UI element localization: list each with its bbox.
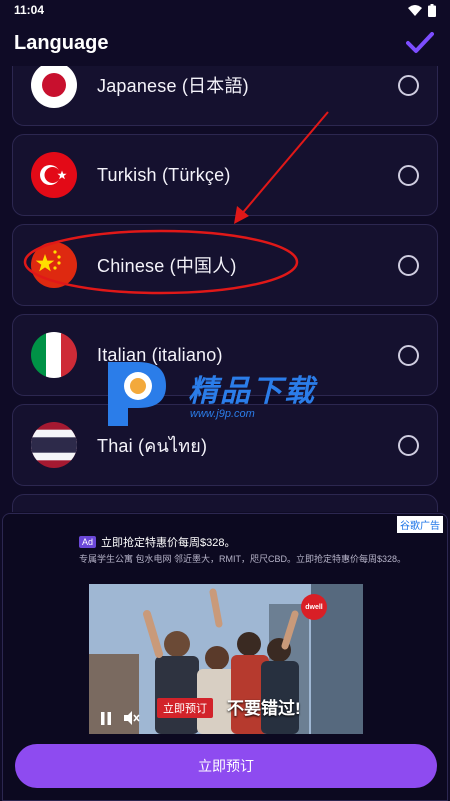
ad-subtext: 专属学生公寓 包水电网 邻近墨大，RMIT，咫尺CBD。立即抢定特惠价每周$32… [79,554,407,564]
language-label: Thai (คนไทย) [97,435,208,456]
language-list[interactable]: Japanese (日本語) Turkish (Türkçe) Chinese … [0,66,450,512]
language-label: Japanese (日本語) [97,76,249,96]
china-flag-icon [31,242,77,288]
video-cta-tag[interactable]: 立即预订 [157,698,213,718]
mute-icon [124,711,140,725]
italy-flag-icon [31,332,77,378]
language-radio[interactable] [398,344,419,366]
pause-icon [101,711,111,725]
ad-video[interactable]: dwell 立即预订 不要错过! [89,584,363,734]
ad-headline-text: 立即抢定特惠价每周$328。 [101,537,236,549]
confirm-button[interactable] [404,27,436,59]
thailand-flag-icon [31,422,77,468]
ad-badge: Ad [79,536,97,548]
language-item-italian[interactable]: Italian (italiano) [12,314,438,396]
checkmark-icon [406,32,434,53]
language-label: Chinese (中国人) [97,256,237,276]
brand-logo: dwell [301,594,327,620]
language-item-thai[interactable]: Thai (คนไทย) [12,404,438,486]
language-item-next[interactable] [12,494,438,512]
turkey-flag-icon [31,152,77,198]
language-item-japanese[interactable]: Japanese (日本語) [12,66,438,126]
ad-panel[interactable]: 谷歌广告 Ad 立即抢定特惠价每周$328。 专属学生公寓 包水电网 邻近墨大，… [2,513,448,801]
pause-button[interactable] [97,710,115,726]
wifi-icon [408,4,422,16]
language-label: Turkish (Türkçe) [97,164,231,185]
video-overlay-text: 不要错过! [227,699,301,718]
language-radio[interactable] [398,164,419,186]
language-label: Italian (italiano) [97,344,223,365]
ad-cta-button[interactable]: 立即预订 [15,744,437,788]
status-bar: 11:04 [0,0,450,20]
status-icons [408,3,436,17]
battery-icon [428,3,436,17]
language-radio[interactable] [398,254,419,276]
ad-headline[interactable]: Ad 立即抢定特惠价每周$328。 [79,534,236,550]
app-header: Language [0,20,450,66]
page-title: Language [14,31,109,54]
language-radio[interactable] [398,434,419,456]
mute-button[interactable] [123,710,141,726]
status-time: 11:04 [14,3,45,17]
language-item-chinese[interactable]: Chinese (中国人) [12,224,438,306]
japan-flag-icon [31,66,77,108]
language-item-turkish[interactable]: Turkish (Türkçe) [12,134,438,216]
ad-choices-label[interactable]: 谷歌广告 [397,516,443,533]
language-radio[interactable] [398,74,419,96]
